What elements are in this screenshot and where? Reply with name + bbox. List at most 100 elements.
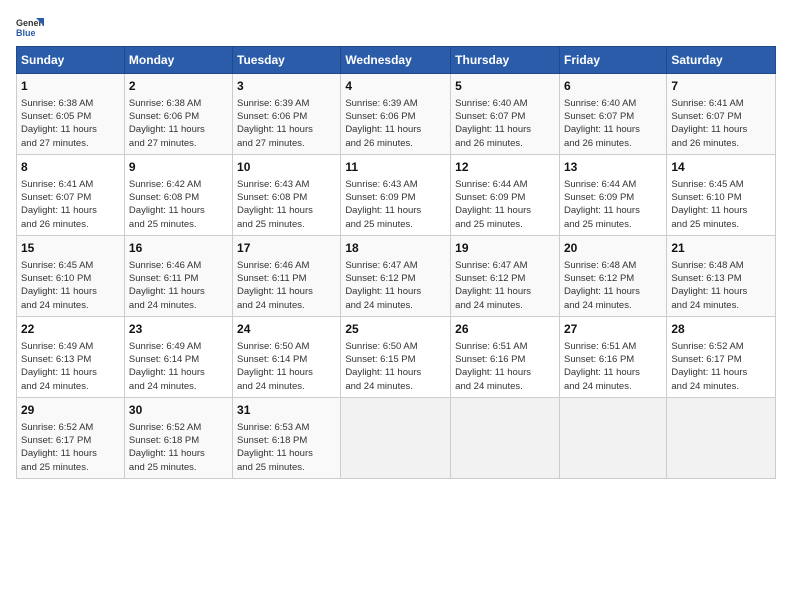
- day-info: Sunset: 6:12 PM: [345, 272, 446, 285]
- calendar-cell: 16Sunrise: 6:46 AMSunset: 6:11 PMDayligh…: [124, 235, 232, 316]
- calendar-cell: 20Sunrise: 6:48 AMSunset: 6:12 PMDayligh…: [559, 235, 666, 316]
- day-info: Sunrise: 6:52 AM: [129, 421, 228, 434]
- day-info: Sunrise: 6:48 AM: [564, 259, 662, 272]
- day-info: and 24 minutes.: [455, 299, 555, 312]
- calendar-cell: 12 Sunrise: 6:44 AMSunset: 6:09 PMDayligh…: [451, 154, 560, 235]
- day-number: 7: [671, 78, 771, 95]
- calendar-cell: 17Sunrise: 6:46 AMSunset: 6:11 PMDayligh…: [233, 235, 341, 316]
- calendar-cell: 15Sunrise: 6:45 AMSunset: 6:10 PMDayligh…: [17, 235, 125, 316]
- calendar-cell: 14Sunrise: 6:45 AMSunset: 6:10 PMDayligh…: [667, 154, 776, 235]
- day-info: Sunset: 6:18 PM: [129, 434, 228, 447]
- day-info: and 25 minutes.: [129, 218, 228, 231]
- day-info: and 26 minutes.: [21, 218, 120, 231]
- calendar-cell: 24Sunrise: 6:50 AMSunset: 6:14 PMDayligh…: [233, 316, 341, 397]
- day-info: Sunset: 6:16 PM: [564, 353, 662, 366]
- day-info: Sunset: 6:10 PM: [21, 272, 120, 285]
- day-number: 3: [237, 78, 336, 95]
- day-info: and 24 minutes.: [671, 380, 771, 393]
- day-info: Sunrise: 6:47 AM: [455, 259, 555, 272]
- calendar-cell: 11Sunrise: 6:43 AMSunset: 6:09 PMDayligh…: [341, 154, 451, 235]
- calendar-cell: 3Sunrise: 6:39 AMSunset: 6:06 PMDaylight…: [233, 74, 341, 155]
- day-number: 20: [564, 240, 662, 257]
- day-number: 29: [21, 402, 120, 419]
- calendar-cell: [559, 397, 666, 478]
- day-number: 17: [237, 240, 336, 257]
- day-info: Daylight: 11 hours: [129, 204, 228, 217]
- day-info: and 24 minutes.: [455, 380, 555, 393]
- day-info: Sunrise: 6:40 AM: [564, 97, 662, 110]
- day-number: 12: [455, 159, 555, 176]
- day-info: and 27 minutes.: [129, 137, 228, 150]
- day-number: 18: [345, 240, 446, 257]
- day-info: Sunset: 6:09 PM: [455, 191, 555, 204]
- header-cell-friday: Friday: [559, 47, 666, 74]
- day-number: 25: [345, 321, 446, 338]
- day-info: and 24 minutes.: [237, 299, 336, 312]
- day-info: Sunrise: 6:49 AM: [129, 340, 228, 353]
- day-info: Sunset: 6:07 PM: [564, 110, 662, 123]
- day-info: Sunrise: 6:44 AM: [564, 178, 662, 191]
- day-number: 19: [455, 240, 555, 257]
- day-info: Sunset: 6:17 PM: [21, 434, 120, 447]
- day-info: Daylight: 11 hours: [21, 123, 120, 136]
- day-info: Daylight: 11 hours: [671, 366, 771, 379]
- day-info: Daylight: 11 hours: [129, 447, 228, 460]
- calendar-cell: 10Sunrise: 6:43 AMSunset: 6:08 PMDayligh…: [233, 154, 341, 235]
- day-info: Sunset: 6:09 PM: [345, 191, 446, 204]
- calendar-cell: 13Sunrise: 6:44 AMSunset: 6:09 PMDayligh…: [559, 154, 666, 235]
- header-cell-wednesday: Wednesday: [341, 47, 451, 74]
- day-info: Daylight: 11 hours: [564, 285, 662, 298]
- header-cell-thursday: Thursday: [451, 47, 560, 74]
- day-info: Sunrise: 6:44 AM: [455, 178, 555, 191]
- day-number: 9: [129, 159, 228, 176]
- week-row-1: 1Sunrise: 6:38 AMSunset: 6:05 PMDaylight…: [17, 74, 776, 155]
- day-info: Daylight: 11 hours: [671, 285, 771, 298]
- day-info: Sunset: 6:18 PM: [237, 434, 336, 447]
- day-info: Sunset: 6:08 PM: [129, 191, 228, 204]
- day-info: Sunrise: 6:41 AM: [21, 178, 120, 191]
- calendar-cell: 27Sunrise: 6:51 AMSunset: 6:16 PMDayligh…: [559, 316, 666, 397]
- day-info: and 27 minutes.: [237, 137, 336, 150]
- day-number: 11: [345, 159, 446, 176]
- day-info: Sunrise: 6:50 AM: [345, 340, 446, 353]
- day-info: and 24 minutes.: [564, 380, 662, 393]
- day-number: 8: [21, 159, 120, 176]
- day-info: and 25 minutes.: [671, 218, 771, 231]
- day-info: Sunrise: 6:39 AM: [345, 97, 446, 110]
- day-info: Daylight: 11 hours: [237, 123, 336, 136]
- calendar-cell: 18Sunrise: 6:47 AMSunset: 6:12 PMDayligh…: [341, 235, 451, 316]
- day-info: Daylight: 11 hours: [671, 204, 771, 217]
- day-info: Sunrise: 6:47 AM: [345, 259, 446, 272]
- day-info: and 27 minutes.: [21, 137, 120, 150]
- day-number: 16: [129, 240, 228, 257]
- day-info: Sunset: 6:11 PM: [129, 272, 228, 285]
- day-info: Sunrise: 6:38 AM: [129, 97, 228, 110]
- day-info: Daylight: 11 hours: [345, 123, 446, 136]
- day-info: Sunset: 6:06 PM: [129, 110, 228, 123]
- calendar-cell: 6Sunrise: 6:40 AMSunset: 6:07 PMDaylight…: [559, 74, 666, 155]
- day-info: Daylight: 11 hours: [564, 204, 662, 217]
- day-info: Sunset: 6:06 PM: [345, 110, 446, 123]
- calendar-cell: [451, 397, 560, 478]
- day-info: Daylight: 11 hours: [455, 204, 555, 217]
- day-number: 10: [237, 159, 336, 176]
- day-info: Sunrise: 6:46 AM: [237, 259, 336, 272]
- day-info: Sunrise: 6:48 AM: [671, 259, 771, 272]
- day-info: Sunset: 6:17 PM: [671, 353, 771, 366]
- header-row: SundayMondayTuesdayWednesdayThursdayFrid…: [17, 47, 776, 74]
- day-info: Daylight: 11 hours: [455, 123, 555, 136]
- calendar-cell: 2Sunrise: 6:38 AMSunset: 6:06 PMDaylight…: [124, 74, 232, 155]
- calendar-cell: 26Sunrise: 6:51 AMSunset: 6:16 PMDayligh…: [451, 316, 560, 397]
- day-info: Daylight: 11 hours: [21, 285, 120, 298]
- day-info: Daylight: 11 hours: [564, 366, 662, 379]
- day-info: Sunrise: 6:52 AM: [671, 340, 771, 353]
- day-info: Sunset: 6:13 PM: [671, 272, 771, 285]
- calendar-body: 1Sunrise: 6:38 AMSunset: 6:05 PMDaylight…: [17, 74, 776, 479]
- day-info: and 24 minutes.: [345, 380, 446, 393]
- day-number: 1: [21, 78, 120, 95]
- day-info: Sunset: 6:16 PM: [455, 353, 555, 366]
- day-info: Daylight: 11 hours: [21, 204, 120, 217]
- day-info: Sunrise: 6:51 AM: [455, 340, 555, 353]
- calendar-cell: 21Sunrise: 6:48 AMSunset: 6:13 PMDayligh…: [667, 235, 776, 316]
- day-info: Sunrise: 6:41 AM: [671, 97, 771, 110]
